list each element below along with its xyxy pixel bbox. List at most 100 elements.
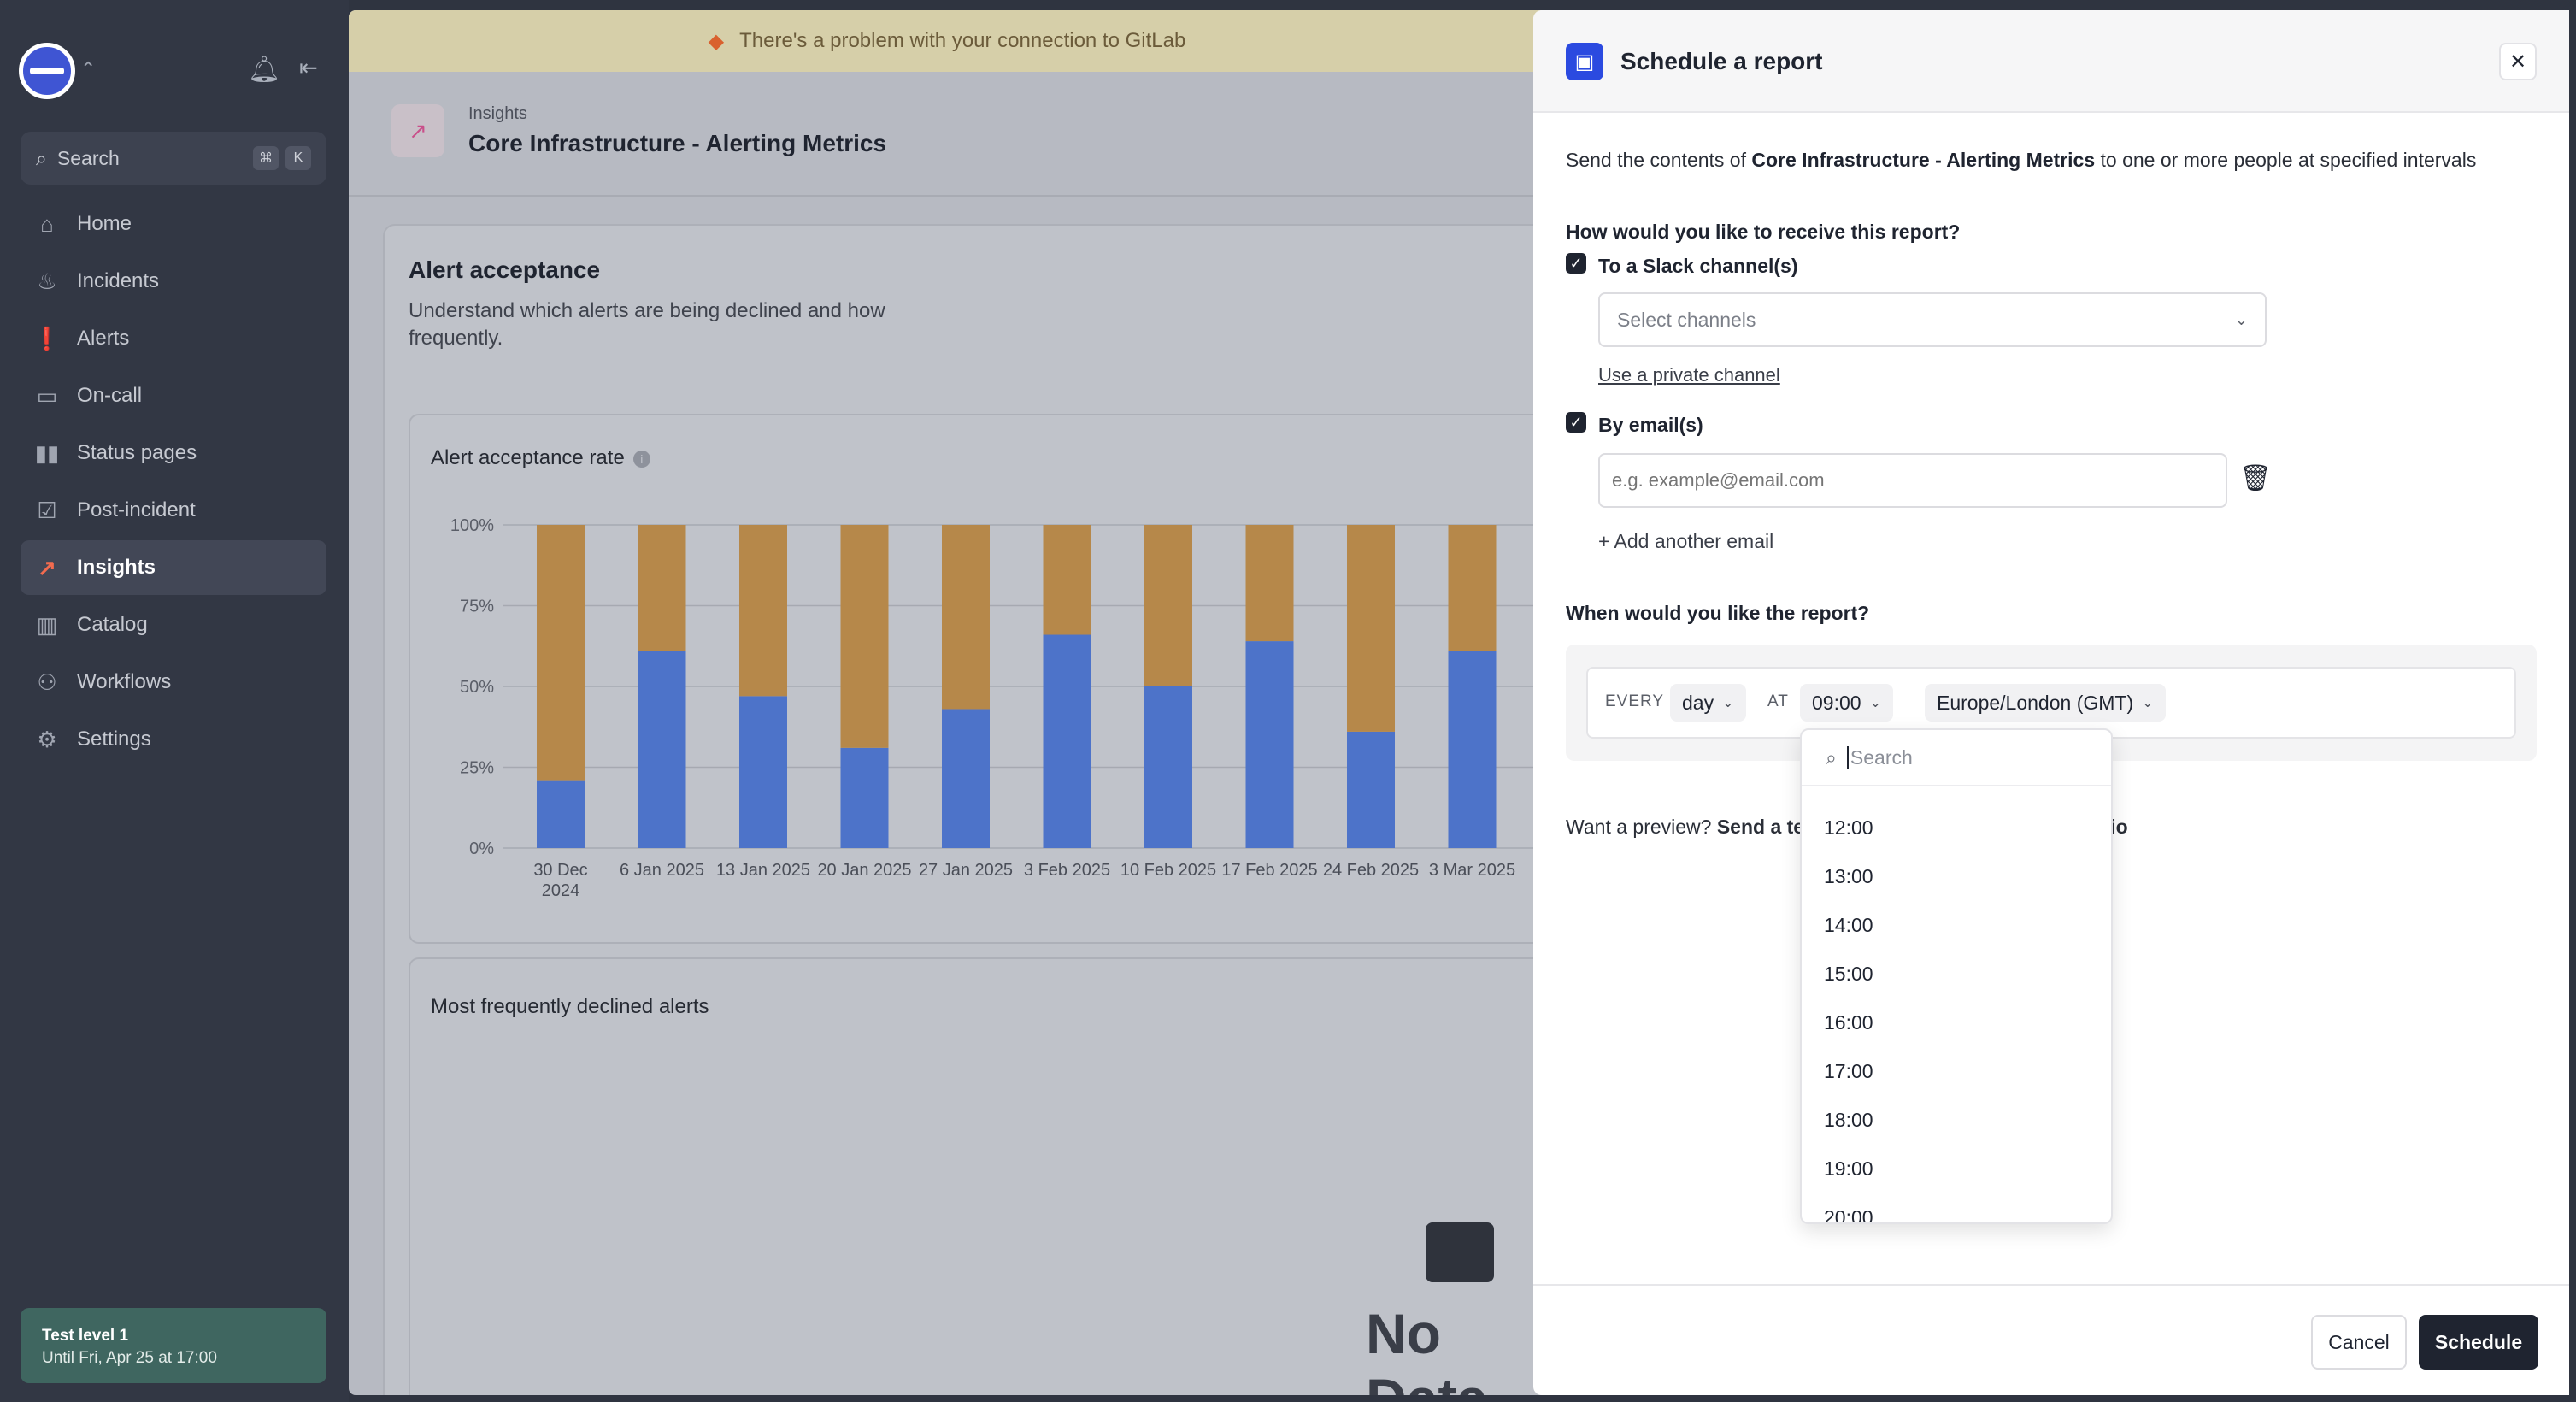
search-icon: ⌕ [36,146,47,169]
sidebar-item-alerts[interactable]: ❗ Alerts [21,311,326,366]
k-key: K [285,146,311,170]
sidebar-item-catalog[interactable]: ▥ Catalog [21,598,326,652]
gitlab-icon: ◆ [708,29,725,53]
sidebar-item-settings[interactable]: ⚙ Settings [21,712,326,767]
cmd-key: ⌘ [253,146,279,170]
timezone-select[interactable]: Europe/London (GMT) ⌄ [1925,684,2166,722]
section-title: Alert acceptance [409,256,601,283]
y-tick-label: 25% [460,759,494,778]
frequency-select[interactable]: day ⌄ [1670,684,1746,722]
intro-text: Send the contents of Core Infrastructure… [1566,149,2477,171]
chart-icon: ↗ [38,554,56,580]
checklist-icon: ☑ [37,497,57,523]
timezone-value: Europe/London (GMT) [1937,691,2134,714]
dropdown-search[interactable]: ⌕ Search [1802,730,2111,786]
sidebar: ⌃ 🔔︎ ⇤ ⌕ Search ⌘ K ⌂ Home ♨ Incidents ❗ Al… [0,0,349,1402]
time-option[interactable]: 20:00 [1802,1193,2111,1222]
time-option[interactable]: 16:00 [1802,998,2111,1047]
time-option[interactable]: 13:00 [1802,852,2111,901]
app-logo[interactable] [19,43,75,99]
slack-label[interactable]: To a Slack channel(s) [1598,255,1797,278]
email-checkbox[interactable]: ✓ [1566,412,1586,433]
sidebar-item-post-incident[interactable]: ☑ Post-incident [21,483,326,538]
frequency-value: day [1682,691,1714,714]
sidebar-item-incidents[interactable]: ♨ Incidents [21,254,326,309]
bar-accepted [942,709,990,848]
drawer-footer-divider [1533,1284,2569,1286]
bar-declined [942,525,990,710]
at-label: AT [1767,692,1789,710]
banner-text: There's a problem with your connection t… [739,29,1186,52]
chevron-down-icon: ⌄ [2234,310,2248,328]
private-channel-link[interactable]: Use a private channel [1598,364,1780,386]
report-icon: ▣ [1566,43,1603,80]
close-icon: ✕ [2508,50,2527,74]
sidebar-item-insights[interactable]: ↗ Insights [21,540,326,595]
email-field[interactable] [1598,453,2227,508]
section-description: Understand which alerts are being declin… [409,299,885,350]
status-title: Test level 1 [42,1327,129,1345]
sidebar-search[interactable]: ⌕ Search ⌘ K [21,132,326,185]
workflow-icon: ⚇ [37,669,57,695]
slack-channel-select[interactable]: Select channels ⌄ [1598,292,2267,347]
x-tick-label: 10 Feb 2025 [1120,861,1216,880]
schedule-button[interactable]: Schedule [2419,1315,2538,1370]
pager-icon: ▭ [36,382,58,409]
home-icon: ⌂ [40,210,54,237]
x-tick-label: 24 Feb 2025 [1323,861,1419,880]
chevron-updown-icon[interactable]: ⌃ [80,58,96,80]
info-icon[interactable]: i [632,450,650,468]
time-select[interactable]: 09:00 ⌄ [1800,684,1893,722]
x-tick-label: 2024 [542,881,580,900]
cancel-button[interactable]: Cancel [2311,1315,2407,1370]
every-label: EVERY [1605,692,1665,710]
collapse-sidebar-icon[interactable]: ⇤ [299,55,318,81]
bar-declined [739,525,787,697]
sidebar-item-label: Settings [77,728,151,751]
chevron-down-icon: ⌄ [2142,696,2154,710]
time-option[interactable]: 19:00 [1802,1145,2111,1193]
chevron-down-icon: ⌄ [1869,696,1881,710]
add-email-button[interactable]: + Add another email [1598,530,1773,553]
bars-icon: ▮▮ [34,439,60,466]
bar-accepted [739,696,787,848]
y-tick-label: 75% [460,598,494,616]
time-option[interactable]: 14:00 [1802,901,2111,950]
sidebar-item-on-call[interactable]: ▭ On-call [21,368,326,423]
close-button[interactable]: ✕ [2499,43,2537,80]
connection-banner: ◆ There's a problem with your connection… [349,10,1545,72]
email-label[interactable]: By email(s) [1598,414,1703,437]
sidebar-item-workflows[interactable]: ⚇ Workflows [21,655,326,710]
x-tick-label: 3 Mar 2025 [1429,861,1515,880]
trash-icon[interactable]: 🗑︎ [2239,463,2272,496]
send-test-link[interactable]: Send a te [1717,816,1804,838]
bar-declined [1043,525,1091,635]
sidebar-item-status-pages[interactable]: ▮▮ Status pages [21,426,326,480]
sidebar-item-home[interactable]: ⌂ Home [21,197,326,251]
y-tick-label: 50% [460,678,494,697]
sidebar-item-label: Status pages [77,441,197,464]
active-incident-status[interactable]: Test level 1 Until Fri, Apr 25 at 17:00 [21,1308,326,1383]
select-placeholder: Select channels [1617,308,1756,331]
bar-declined [638,525,686,651]
status-subtitle: Until Fri, Apr 25 at 17:00 [42,1349,217,1367]
flame-icon: ♨ [37,268,57,294]
bar-accepted [1043,634,1091,848]
x-tick-label: 30 Dec [533,861,587,880]
sidebar-item-label: On-call [77,384,143,407]
acceptance-rate-chart: 100% 75% 50% 25% 0% 30 Dec2024 6 Jan 2025 13 Ja… [450,516,1545,900]
sidebar-item-label: Incidents [77,269,160,292]
book-icon: ▥ [36,611,58,638]
time-option[interactable]: 18:00 [1802,1096,2111,1145]
slack-checkbox[interactable]: ✓ [1566,253,1586,274]
bar-declined [840,525,889,748]
time-option[interactable]: 17:00 [1802,1047,2111,1096]
bell-icon[interactable]: 🔔︎ [248,55,280,85]
x-tick-label: 20 Jan 2025 [817,861,911,880]
breadcrumb[interactable]: Insights [468,104,527,124]
y-tick-label: 0% [469,839,494,858]
time-option[interactable]: 12:00 [1802,804,2111,852]
time-option[interactable]: 15:00 [1802,950,2111,998]
sidebar-item-label: Insights [77,556,156,579]
sidebar-item-label: Home [77,212,132,235]
